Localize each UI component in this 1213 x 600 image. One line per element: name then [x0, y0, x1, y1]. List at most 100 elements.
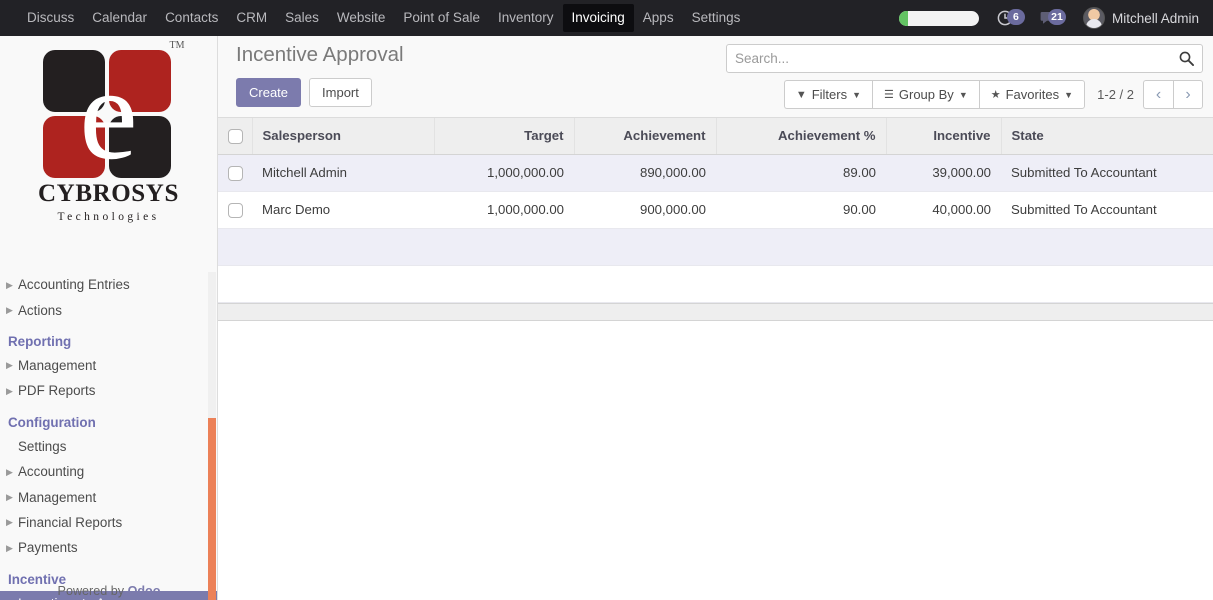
menu-item-website[interactable]: Website: [328, 4, 395, 32]
menu-item-inventory[interactable]: Inventory: [489, 4, 563, 32]
empty-cell: [716, 228, 886, 266]
next-page-button[interactable]: ›: [1173, 80, 1203, 109]
sidebar-item-financial-reports[interactable]: ▶ Financial Reports: [0, 510, 217, 535]
funnel-icon: ▼: [795, 88, 807, 101]
table-body: Mitchell Admin 1,000,000.00 890,000.00 89.0…: [218, 154, 1213, 303]
empty-cell: [574, 228, 716, 266]
avatar[interactable]: [1082, 7, 1105, 29]
sidebar-item-label: Configuration: [8, 414, 96, 430]
cell-state: Submitted To Accountant: [1001, 154, 1213, 192]
pager: 1-2 / 2 ‹ ›: [1097, 80, 1203, 109]
sidebar-item-pdf-reports[interactable]: ▶ PDF Reports: [0, 378, 217, 403]
column-header-target[interactable]: Target: [434, 118, 575, 155]
sidebar-menu: ▶ Accounting Entries ▶ Actions Reporting ▶ Man…: [0, 272, 217, 600]
cell-salesperson: Mitchell Admin: [252, 154, 434, 192]
sidebar-item-management[interactable]: ▶ Management: [0, 484, 217, 509]
sidebar-item-settings[interactable]: Settings: [0, 434, 217, 459]
favorites-label: Favorites: [1005, 87, 1060, 102]
chevron-right-icon: ▶: [6, 517, 13, 528]
empty-cell: [1001, 265, 1213, 303]
activities-button[interactable]: 6: [997, 8, 1027, 28]
row-checkbox[interactable]: [228, 165, 243, 181]
action-buttons: Create Import: [236, 78, 380, 107]
sidebar-scrollbar-thumb[interactable]: [208, 418, 216, 600]
sidebar-item-label: Management: [18, 357, 97, 373]
list-icon: ☰: [884, 89, 894, 101]
brand-tagline: Technologies: [57, 211, 160, 223]
create-button[interactable]: Create: [236, 78, 302, 107]
chevron-right-icon: ▶: [6, 305, 13, 316]
filters-button[interactable]: ▼ Filters ▼: [783, 80, 873, 109]
activities-count: 6: [1006, 9, 1025, 25]
empty-cell: [434, 228, 574, 266]
search-bar: [726, 44, 1203, 73]
column-header-state[interactable]: State: [1001, 118, 1213, 155]
row-select-cell: [218, 191, 252, 229]
chevron-right-icon: ▶: [6, 542, 13, 553]
groupby-button[interactable]: ☰ Group By ▼: [872, 80, 979, 109]
sidebar-item-actions[interactable]: ▶ Actions: [0, 297, 217, 322]
main-content: Incentive Approval Create Import ▼ Filte…: [218, 36, 1213, 600]
menu-item-crm[interactable]: CRM: [227, 4, 276, 32]
menu-item-discuss[interactable]: Discuss: [18, 4, 83, 32]
table-header-row: Salesperson Target Achievement Achievement …: [218, 118, 1213, 155]
chevron-right-icon: ▶: [6, 466, 13, 477]
row-select-cell: [218, 154, 252, 192]
chevron-down-icon: ▼: [958, 89, 968, 100]
menu-item-contacts[interactable]: Contacts: [156, 4, 227, 32]
import-button[interactable]: Import: [309, 78, 372, 107]
sidebar: e TM CYBROSYS Technologies ▶ Accounting E…: [0, 36, 218, 600]
menu-item-apps[interactable]: Apps: [634, 4, 683, 32]
menu-item-settings[interactable]: Settings: [683, 4, 750, 32]
column-header-salesperson[interactable]: Salesperson: [252, 118, 435, 155]
odoo-brand-link[interactable]: Odoo: [128, 584, 161, 598]
table-empty-row: [218, 228, 1213, 266]
empty-cell: [434, 265, 574, 303]
cell-target: 1,000,000.00: [434, 154, 574, 192]
menu-item-point-of-sale[interactable]: Point of Sale: [394, 4, 489, 32]
search-icon[interactable]: [1171, 51, 1202, 66]
menu-item-calendar[interactable]: Calendar: [83, 4, 156, 32]
menu-item-sales[interactable]: Sales: [276, 4, 328, 32]
progress-bar: [898, 10, 979, 26]
sidebar-item-label: Accounting: [18, 464, 85, 480]
sidebar-item-label: Actions: [18, 302, 62, 318]
cell-achievement-pct: 89.00: [716, 154, 886, 192]
sidebar-item-payments[interactable]: ▶ Payments: [0, 535, 217, 560]
empty-cell: [218, 228, 252, 266]
table-row[interactable]: Marc Demo 1,000,000.00 900,000.00 90.00 40,0…: [218, 191, 1213, 229]
cell-salesperson: Marc Demo: [252, 191, 434, 229]
previous-page-button[interactable]: ‹: [1143, 80, 1173, 109]
messages-button[interactable]: 21: [1040, 8, 1070, 28]
filter-button-group: ▼ Filters ▼ ☰ Group By ▼ ★ Favorites ▼: [783, 80, 1085, 109]
column-header-incentive[interactable]: Incentive: [886, 118, 1002, 155]
powered-by-text: Powered by: [57, 584, 128, 598]
page-title: Incentive Approval: [236, 43, 404, 66]
empty-cell: [252, 265, 434, 303]
sidebar-item-accounting-entries[interactable]: ▶ Accounting Entries: [0, 272, 217, 297]
row-checkbox[interactable]: [228, 202, 243, 218]
sidebar-item-configuration: Configuration: [0, 404, 217, 434]
sidebar-item-accounting[interactable]: ▶ Accounting: [0, 459, 217, 484]
chevron-right-icon: ▶: [6, 279, 13, 290]
menu-item-invoicing[interactable]: Invoicing: [562, 4, 634, 32]
select-all-checkbox[interactable]: [228, 128, 243, 144]
username-menu[interactable]: Mitchell Admin: [1112, 11, 1205, 26]
logo-glyph: e: [79, 58, 138, 170]
table-row[interactable]: Mitchell Admin 1,000,000.00 890,000.00 89.0…: [218, 154, 1213, 192]
chevron-right-icon: ▶: [6, 385, 13, 396]
select-all-header: [218, 118, 253, 155]
sidebar-item-management[interactable]: ▶ Management: [0, 353, 217, 378]
pager-label: 1-2 / 2: [1097, 87, 1134, 102]
column-header-achievement[interactable]: Achievement: [574, 118, 717, 155]
cell-achievement: 900,000.00: [574, 191, 716, 229]
control-panel: Incentive Approval Create Import ▼ Filte…: [218, 36, 1213, 118]
cell-incentive: 39,000.00: [886, 154, 1001, 192]
empty-cell: [716, 265, 886, 303]
progress-bar-fill: [898, 10, 908, 26]
search-input[interactable]: [727, 45, 1171, 72]
favorites-button[interactable]: ★ Favorites ▼: [978, 80, 1085, 109]
sidebar-item-label: Management: [18, 489, 97, 505]
column-header-achievement-pct[interactable]: Achievement %: [716, 118, 887, 155]
table-empty-row: [218, 265, 1213, 303]
